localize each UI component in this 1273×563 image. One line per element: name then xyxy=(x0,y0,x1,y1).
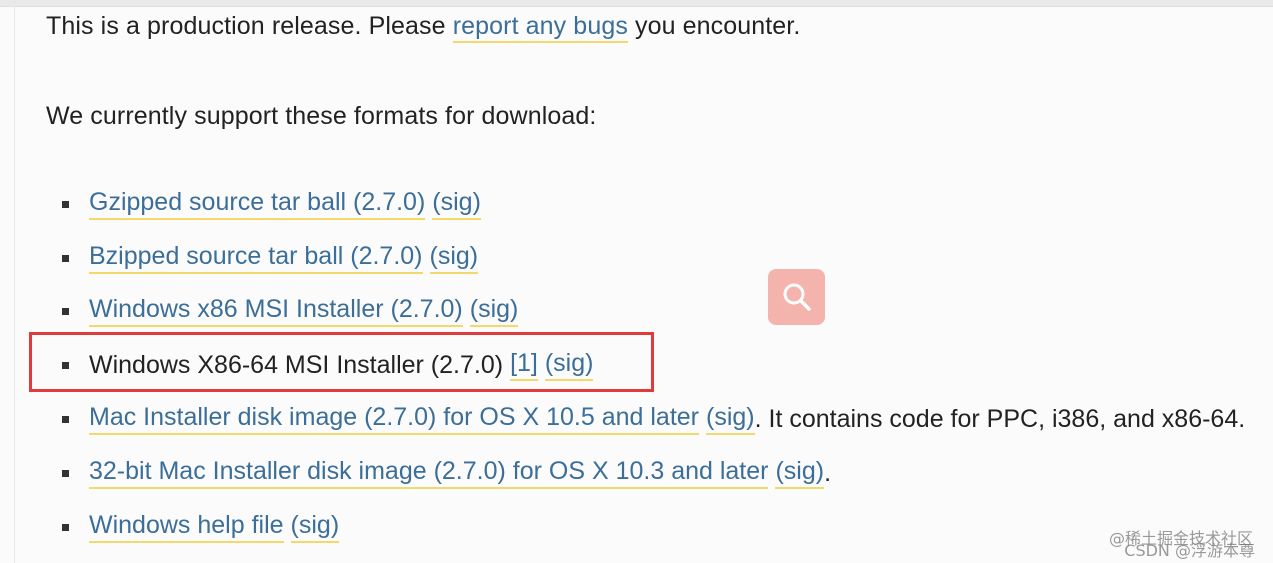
gzipped-source-link[interactable]: Gzipped source tar ball (2.7.0) xyxy=(89,188,426,220)
windows-help-link[interactable]: Windows help file xyxy=(89,511,284,543)
highlight-box xyxy=(29,332,654,392)
gzipped-sig-link[interactable]: (sig) xyxy=(432,188,481,220)
watermark-csdn: CSDN @浮游本尊 xyxy=(1124,541,1255,560)
formats-heading: We currently support these formats for d… xyxy=(46,102,597,130)
bullet xyxy=(62,523,69,531)
left-rule xyxy=(14,0,15,563)
bullet xyxy=(62,200,69,208)
list-item-mac-32bit-installer: 32-bit Mac Installer disk image (2.7.0) … xyxy=(62,453,831,493)
mac-installer-link[interactable]: Mac Installer disk image (2.7.0) for OS … xyxy=(89,403,699,435)
report-bugs-link[interactable]: report any bugs xyxy=(452,12,628,43)
windows-x86-sig-link[interactable]: (sig) xyxy=(469,295,519,327)
release-note: This is a production release. Please rep… xyxy=(46,12,801,43)
mac-32bit-note: . xyxy=(824,458,832,487)
bullet xyxy=(62,254,69,262)
release-note-suffix: you encounter. xyxy=(634,12,801,40)
list-item-windows-x86-msi: Windows x86 MSI Installer (2.7.0) (sig) xyxy=(62,291,519,331)
mac-installer-sig-link[interactable]: (sig) xyxy=(706,403,755,435)
top-strip xyxy=(0,0,1273,7)
list-item-bzipped-source: Bzipped source tar ball (2.7.0) (sig) xyxy=(62,238,479,278)
bzipped-source-link[interactable]: Bzipped source tar ball (2.7.0) xyxy=(89,242,423,274)
windows-help-sig-link[interactable]: (sig) xyxy=(290,511,340,543)
bullet xyxy=(62,307,69,315)
list-item-mac-installer: Mac Installer disk image (2.7.0) for OS … xyxy=(62,399,1245,439)
windows-x86-msi-link[interactable]: Windows x86 MSI Installer (2.7.0) xyxy=(89,295,463,327)
bullet xyxy=(62,469,69,477)
list-item-windows-help: Windows help file (sig) xyxy=(62,507,340,547)
download-page: This is a production release. Please rep… xyxy=(0,0,1273,563)
bzipped-sig-link[interactable]: (sig) xyxy=(429,242,479,274)
release-note-prefix: This is a production release. Please xyxy=(46,12,446,40)
mac-32bit-installer-link[interactable]: 32-bit Mac Installer disk image (2.7.0) … xyxy=(89,457,769,489)
mac-32bit-sig-link[interactable]: (sig) xyxy=(775,457,825,489)
bullet xyxy=(62,415,69,423)
mac-installer-note: . It contains code for PPC, i386, and x8… xyxy=(754,404,1246,433)
search-icon xyxy=(783,283,811,311)
search-button[interactable] xyxy=(768,269,825,325)
list-item-gzipped-source: Gzipped source tar ball (2.7.0) (sig) xyxy=(62,184,481,224)
